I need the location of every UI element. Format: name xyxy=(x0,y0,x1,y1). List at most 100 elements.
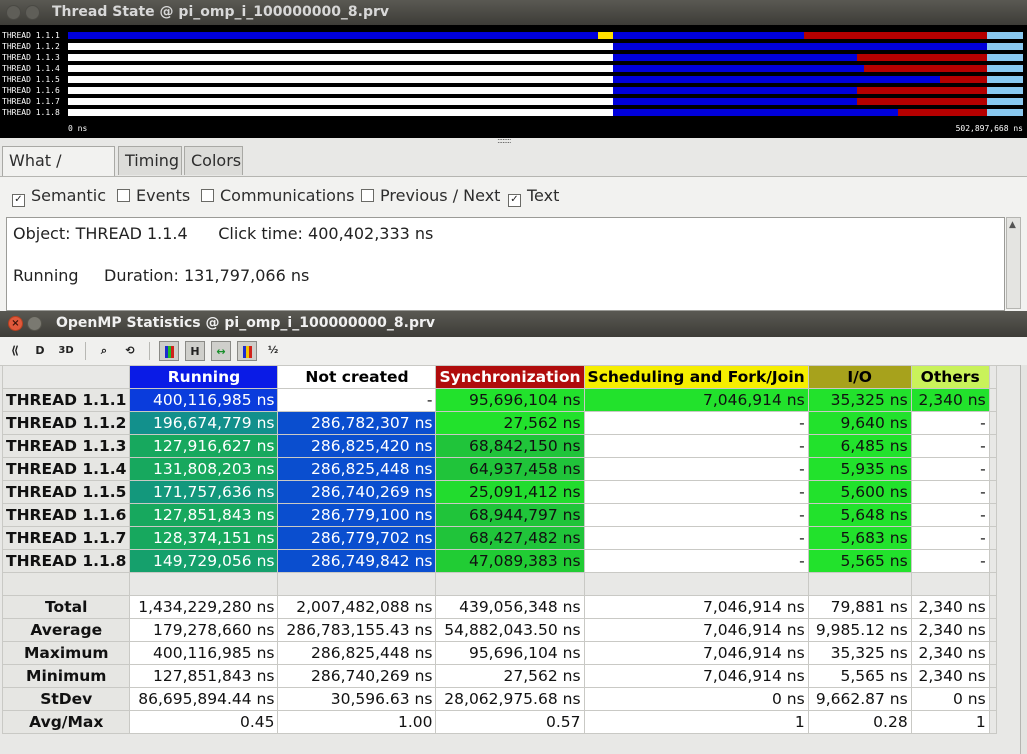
stat-cell[interactable]: 286,825,420 ns xyxy=(277,434,437,458)
stat-cell[interactable]: 6,485 ns xyxy=(807,434,912,458)
table-row[interactable]: THREAD 1.1.2 196,674,779 ns 286,782,307 ns… xyxy=(1,411,997,435)
semantic-checkbox[interactable]: ✓ Semantic xyxy=(12,186,106,207)
stat-cell[interactable]: 128,374,151 ns xyxy=(129,526,279,550)
tab-colors[interactable]: Colors xyxy=(184,146,243,175)
communications-checkbox[interactable]: Communications xyxy=(201,186,354,205)
semantic-colors-icon[interactable] xyxy=(237,341,257,361)
stat-cell[interactable]: - xyxy=(583,457,809,481)
stat-cell[interactable]: 171,757,636 ns xyxy=(129,480,279,504)
stat-cell[interactable]: - xyxy=(910,480,990,504)
row-header[interactable]: THREAD 1.1.1 xyxy=(1,388,131,412)
stat-cell[interactable]: 5,648 ns xyxy=(807,503,912,527)
stat-cell[interactable]: - xyxy=(910,411,990,435)
stat-cell[interactable]: - xyxy=(910,457,990,481)
row-header[interactable]: THREAD 1.1.3 xyxy=(1,434,131,458)
stat-cell[interactable]: - xyxy=(910,549,990,573)
stat-cell[interactable]: - xyxy=(583,411,809,435)
stat-cell[interactable]: 149,729,056 ns xyxy=(129,549,279,573)
timeline-row[interactable] xyxy=(68,43,1023,50)
zoom-icon[interactable]: ⌕ xyxy=(94,341,114,361)
row-header[interactable]: THREAD 1.1.8 xyxy=(1,549,131,573)
3d-view-icon[interactable]: 3D xyxy=(56,341,76,361)
previous-next-checkbox[interactable]: Previous / Next xyxy=(361,186,500,205)
row-header[interactable]: THREAD 1.1.5 xyxy=(1,480,131,504)
timeline-row[interactable] xyxy=(68,109,1023,116)
stat-cell[interactable]: 131,808,203 ns xyxy=(129,457,279,481)
column-header[interactable]: Synchronization xyxy=(435,365,585,389)
splitter-handle[interactable]: :::::::: xyxy=(497,137,531,145)
stat-cell[interactable]: - xyxy=(583,503,809,527)
table-scrollbar[interactable] xyxy=(1020,365,1027,754)
stat-cell[interactable]: 286,749,842 ns xyxy=(277,549,437,573)
close-icon[interactable] xyxy=(6,5,21,20)
stat-cell[interactable]: 286,779,100 ns xyxy=(277,503,437,527)
table-row[interactable]: THREAD 1.1.1 400,116,985 ns -95,696,104 ns… xyxy=(1,388,997,412)
stat-cell[interactable]: 5,565 ns xyxy=(807,549,912,573)
timeline-row[interactable] xyxy=(68,54,1023,61)
table-row[interactable]: THREAD 1.1.6 127,851,843 ns 286,779,100 ns… xyxy=(1,503,997,527)
stat-cell[interactable]: - xyxy=(583,480,809,504)
stat-cell[interactable]: 5,935 ns xyxy=(807,457,912,481)
stat-cell[interactable]: 286,825,448 ns xyxy=(277,457,437,481)
column-header[interactable]: Scheduling and Fork/Join xyxy=(583,365,809,389)
code-view-icon[interactable]: ⟪ xyxy=(5,341,25,361)
data-view-icon[interactable]: D xyxy=(30,341,50,361)
stat-cell[interactable]: 286,779,702 ns xyxy=(277,526,437,550)
stat-cell[interactable]: 68,427,482 ns xyxy=(435,526,585,550)
tab-timing[interactable]: Timing xyxy=(118,146,182,175)
row-header[interactable]: THREAD 1.1.7 xyxy=(1,526,131,550)
column-header[interactable]: Others xyxy=(910,365,990,389)
stat-cell[interactable]: 27,562 ns xyxy=(435,411,585,435)
minimize-icon[interactable] xyxy=(27,316,42,331)
stat-cell[interactable]: 127,916,627 ns xyxy=(129,434,279,458)
stat-cell[interactable]: - xyxy=(910,503,990,527)
table-row[interactable]: THREAD 1.1.4 131,808,203 ns 286,825,448 ns… xyxy=(1,457,997,481)
table-row[interactable]: THREAD 1.1.7 128,374,151 ns 286,779,702 ns… xyxy=(1,526,997,550)
stat-cell[interactable]: - xyxy=(583,434,809,458)
info-text-area[interactable]: Object: THREAD 1.1.4 Click time: 400,402… xyxy=(6,217,1005,311)
hide-empty-icon[interactable]: ↔ xyxy=(211,341,231,361)
stat-cell[interactable]: - xyxy=(277,388,437,412)
stat-cell[interactable]: 2,340 ns xyxy=(910,388,990,412)
stat-cell[interactable]: 196,674,779 ns xyxy=(129,411,279,435)
column-header[interactable]: Not created xyxy=(277,365,437,389)
minimize-icon[interactable] xyxy=(25,5,40,20)
stat-cell[interactable]: 5,600 ns xyxy=(807,480,912,504)
stat-cell[interactable]: 68,944,797 ns xyxy=(435,503,585,527)
row-header[interactable]: THREAD 1.1.4 xyxy=(1,457,131,481)
stat-cell[interactable]: 127,851,843 ns xyxy=(129,503,279,527)
stat-cell[interactable]: 25,091,412 ns xyxy=(435,480,585,504)
stat-cell[interactable]: 286,740,269 ns xyxy=(277,480,437,504)
inverse-icon[interactable]: ½ xyxy=(263,341,283,361)
stat-cell[interactable]: 68,842,150 ns xyxy=(435,434,585,458)
statistics-table[interactable]: Running Not created Synchronization Schedul… xyxy=(1,365,997,734)
stat-cell[interactable]: 5,683 ns xyxy=(807,526,912,550)
timeline-row[interactable] xyxy=(68,76,1023,83)
timeline-row[interactable] xyxy=(68,32,1023,39)
info-scrollbar[interactable]: ▲ xyxy=(1006,217,1021,309)
text-checkbox[interactable]: ✓ Text xyxy=(508,186,559,207)
stat-cell[interactable]: 9,640 ns xyxy=(807,411,912,435)
stat-cell[interactable]: 35,325 ns xyxy=(807,388,912,412)
events-checkbox[interactable]: Events xyxy=(117,186,190,205)
thread-state-timeline[interactable]: THREAD 1.1.1 THREAD 1.1.2 THREAD 1.1.3 THRE… xyxy=(0,25,1027,138)
row-header[interactable]: THREAD 1.1.2 xyxy=(1,411,131,435)
scroll-up-icon[interactable]: ▲ xyxy=(1009,220,1016,230)
tab-what-where[interactable]: What / Where xyxy=(2,146,115,198)
timeline-row[interactable] xyxy=(68,87,1023,94)
stat-cell[interactable]: - xyxy=(910,526,990,550)
column-header[interactable]: Running xyxy=(129,365,279,389)
stat-cell[interactable]: 7,046,914 ns xyxy=(583,388,809,412)
stat-cell[interactable]: 286,782,307 ns xyxy=(277,411,437,435)
timeline-row[interactable] xyxy=(68,98,1023,105)
stat-cell[interactable]: 95,696,104 ns xyxy=(435,388,585,412)
table-row[interactable]: THREAD 1.1.3 127,916,627 ns 286,825,420 ns… xyxy=(1,434,997,458)
column-header[interactable]: I/O xyxy=(807,365,912,389)
table-row[interactable]: THREAD 1.1.5 171,757,636 ns 286,740,269 ns… xyxy=(1,480,997,504)
stat-cell[interactable]: - xyxy=(583,549,809,573)
table-row[interactable]: THREAD 1.1.8 149,729,056 ns 286,749,842 ns… xyxy=(1,549,997,573)
color-mode-icon[interactable] xyxy=(159,341,179,361)
row-header[interactable]: THREAD 1.1.6 xyxy=(1,503,131,527)
redraw-icon[interactable]: ⟲ xyxy=(120,341,140,361)
horizontal-icon[interactable]: H xyxy=(185,341,205,361)
